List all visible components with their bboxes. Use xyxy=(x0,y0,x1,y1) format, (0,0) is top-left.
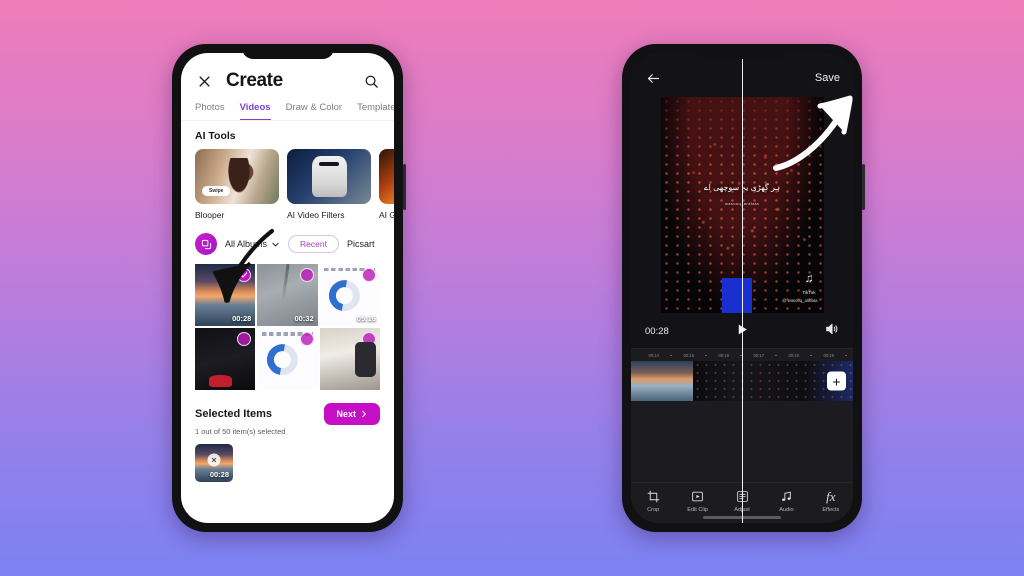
chevron-down-icon xyxy=(272,242,279,247)
ai-tool-thumbnail xyxy=(379,149,394,204)
watermark-name: TikTok xyxy=(802,290,816,295)
create-screen: Create Photos Videos Draw & Color Templa… xyxy=(181,53,394,523)
left-phone-frame: Create Photos Videos Draw & Color Templa… xyxy=(172,44,406,532)
media-cell[interactable]: 05:16 xyxy=(319,264,380,327)
next-button[interactable]: Next xyxy=(324,403,380,426)
thumb-decor xyxy=(323,273,367,318)
plus-icon[interactable]: + xyxy=(827,371,846,391)
toolbar-item-label: Crop xyxy=(647,507,660,513)
ai-tool-blooper[interactable]: Swipe Blooper xyxy=(195,149,279,220)
preview-decor xyxy=(722,278,752,313)
ruler-tick: 00:17 xyxy=(753,353,764,358)
media-grid: 00:28 00:32 05:16 xyxy=(181,264,394,391)
phone-notch xyxy=(241,44,334,59)
toolbar-item-label: Effects xyxy=(822,507,840,513)
media-cell[interactable]: 00:32 xyxy=(257,264,318,327)
current-time: 00:28 xyxy=(645,326,669,337)
create-header: Create xyxy=(181,53,394,96)
page-title: Create xyxy=(226,70,283,91)
media-cell[interactable] xyxy=(257,328,318,391)
save-button[interactable]: Save xyxy=(815,72,840,84)
selection-circle-icon[interactable] xyxy=(361,332,376,347)
fx-icon: fx xyxy=(826,489,836,504)
right-phone-frame: Save ہر گھڑی یہ سوچھی اے wasouq_arafata … xyxy=(622,44,865,532)
tab-draw-color[interactable]: Draw & Color xyxy=(286,102,343,121)
toolbar-item-crop[interactable]: Crop xyxy=(631,490,675,513)
tab-photos[interactable]: Photos xyxy=(195,102,225,121)
ruler-tick: 00:18 xyxy=(788,353,799,358)
volume-icon[interactable] xyxy=(825,322,839,341)
selected-items-subtitle: 1 out of 50 item(s) selected xyxy=(195,427,286,437)
selected-items-header: Selected Items Next xyxy=(181,390,394,426)
toolbar-item-edit-clip[interactable]: Edit Clip xyxy=(675,490,719,513)
media-duration: 00:28 xyxy=(209,470,229,480)
selection-check-icon[interactable] xyxy=(237,268,252,282)
crop-icon xyxy=(647,490,660,503)
ai-tool-thumbnail xyxy=(287,149,371,204)
selected-items-strip: 00:28 xyxy=(181,436,394,483)
toolbar-item-label: Edit Clip xyxy=(687,507,709,513)
media-duration: 00:32 xyxy=(294,314,314,324)
timeline-empty-area[interactable] xyxy=(631,53,853,523)
toolbar-item-effects[interactable]: fx Effects xyxy=(809,490,853,513)
ruler-dot xyxy=(845,354,847,357)
album-selector-label: All Albums xyxy=(225,239,268,249)
close-icon[interactable] xyxy=(195,72,213,90)
ai-tool-label: AI GIF xyxy=(379,210,394,220)
music-note-icon xyxy=(781,491,791,501)
media-duration: 05:16 xyxy=(356,314,376,324)
ai-tools-row[interactable]: Swipe Blooper AI Video Filters AI GIF xyxy=(181,149,394,220)
ai-tool-thumbnail: Swipe xyxy=(195,149,279,204)
toolbar-item-audio[interactable]: Audio xyxy=(764,490,808,513)
ai-tool-label: Blooper xyxy=(195,210,225,220)
thumb-decor xyxy=(260,338,305,382)
search-icon[interactable] xyxy=(362,72,380,90)
ai-tool-ai-gif[interactable]: AI GIF xyxy=(379,149,394,220)
watermark-user: @ wasooq_arafata xyxy=(782,298,818,303)
edit-clip-icon xyxy=(692,491,703,502)
video-editor-screen: Save ہر گھڑی یہ سوچھی اے wasouq_arafata … xyxy=(631,53,853,523)
toolbar-item-label: Audio xyxy=(779,507,794,513)
filter-chip-recent[interactable]: Recent xyxy=(288,235,339,253)
media-cell[interactable] xyxy=(319,328,380,391)
phone-notch xyxy=(696,44,788,59)
ai-tool-label: AI Video Filters xyxy=(287,210,345,220)
selection-circle-icon[interactable] xyxy=(299,268,314,282)
selection-circle-icon[interactable] xyxy=(361,268,376,282)
media-cell[interactable]: 00:28 xyxy=(195,264,256,327)
swipe-badge: Swipe xyxy=(202,186,231,196)
ruler-tick: 00:19 xyxy=(823,353,834,358)
multi-select-icon[interactable] xyxy=(195,233,217,255)
close-icon[interactable] xyxy=(207,453,221,467)
ruler-tick: 00:15 xyxy=(683,353,694,358)
playhead[interactable] xyxy=(742,53,744,523)
tab-videos[interactable]: Videos xyxy=(239,102,271,121)
next-button-label: Next xyxy=(336,409,356,420)
selected-items-title: Selected Items xyxy=(195,408,273,421)
album-bar: All Albums Recent Picsart xyxy=(181,220,394,264)
tab-templates[interactable]: Templates xyxy=(357,102,394,121)
filter-picsart[interactable]: Picsart xyxy=(347,239,375,249)
ruler-tick: 00:16 xyxy=(718,353,729,358)
back-arrow-icon[interactable] xyxy=(644,69,662,87)
ai-tool-video-filters[interactable]: AI Video Filters xyxy=(287,149,371,220)
chevron-right-icon xyxy=(362,411,367,418)
timeline-clip[interactable] xyxy=(631,361,693,401)
selected-thumb[interactable]: 00:28 xyxy=(195,444,233,483)
section-title-ai-tools: AI Tools xyxy=(195,130,236,142)
ruler-tick: 00:14 xyxy=(648,353,659,358)
media-cell[interactable] xyxy=(195,328,256,391)
tiktok-icon: ♫ xyxy=(804,271,814,285)
album-selector[interactable]: All Albums xyxy=(225,239,280,249)
selection-circle-icon[interactable] xyxy=(237,332,252,347)
media-duration: 00:28 xyxy=(232,314,252,324)
create-tabs: Photos Videos Draw & Color Templates xyxy=(181,96,394,121)
selection-circle-icon[interactable] xyxy=(299,332,314,347)
